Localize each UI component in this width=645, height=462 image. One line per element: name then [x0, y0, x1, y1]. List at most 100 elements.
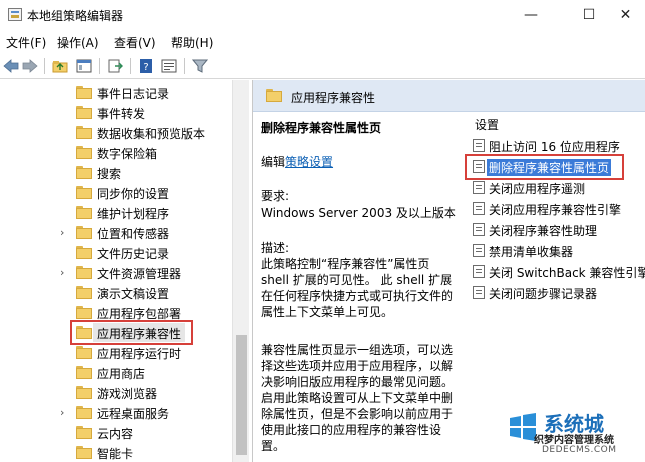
details-header-title: 应用程序兼容性 — [291, 91, 376, 105]
policy-setting-row[interactable]: 关闭问题步骤记录器 — [473, 283, 645, 302]
properties-button[interactable] — [160, 57, 178, 75]
tree-item[interactable]: 数据收集和预览版本 — [0, 123, 230, 143]
tree-item-label: 文件历史记录 — [97, 247, 170, 261]
close-icon: ✕ — [619, 7, 632, 23]
tree-scrollbar-thumb[interactable] — [236, 335, 247, 455]
menu-file[interactable]: 文件(F) — [6, 34, 46, 51]
policy-setting-label: 关闭应用程序遥测 — [489, 182, 586, 196]
expand-chevron-icon[interactable]: › — [60, 266, 64, 279]
tree-item-label: 事件转发 — [97, 107, 146, 121]
tree-item[interactable]: 演示文稿设置 — [0, 283, 230, 303]
tree-item-label: 游戏浏览器 — [97, 387, 158, 401]
tree-item-label: 搜索 — [97, 167, 122, 181]
export-list-button[interactable] — [106, 57, 124, 75]
menu-view[interactable]: 查看(V) — [114, 34, 156, 51]
tree-item[interactable]: 事件日志记录 — [0, 83, 230, 103]
policy-setting-row[interactable]: 关闭程序兼容性助理 — [473, 220, 645, 239]
title-bar: 本地组策略编辑器 — ☐ ✕ — [0, 0, 645, 30]
requirements-title: 要求: — [261, 189, 290, 203]
forward-button[interactable] — [21, 57, 39, 75]
tree-item[interactable]: 智能卡 — [0, 443, 230, 462]
tree-item[interactable]: 同步你的设置 — [0, 183, 230, 203]
folder-icon — [76, 206, 92, 219]
expand-chevron-icon[interactable]: › — [60, 226, 64, 239]
tree-item-label: 事件日志记录 — [97, 87, 170, 101]
tree-item-label: 维护计划程序 — [97, 207, 170, 221]
tree-item[interactable]: › 远程桌面服务 — [0, 403, 230, 423]
red-highlight-box — [70, 320, 193, 345]
policy-setting-label: 关闭问题步骤记录器 — [489, 287, 598, 301]
edit-prefix: 编辑 — [261, 155, 286, 169]
window-title: 本地组策略编辑器 — [27, 9, 124, 23]
folder-icon — [266, 89, 282, 102]
folder-icon — [76, 306, 92, 319]
edit-policy-line: 编辑策略设置 — [261, 154, 333, 170]
tree-item[interactable]: 云内容 — [0, 423, 230, 443]
folder-icon — [76, 426, 92, 439]
tree-item[interactable]: › 文件资源管理器 — [0, 263, 230, 283]
tree-item[interactable]: 游戏浏览器 — [0, 383, 230, 403]
policy-setting-row[interactable]: 关闭应用程序兼容性引擎 — [473, 199, 645, 218]
tree-item-label: 同步你的设置 — [97, 187, 170, 201]
group-policy-app-icon — [8, 8, 22, 21]
tree-item[interactable]: 维护计划程序 — [0, 203, 230, 223]
filter-button[interactable] — [191, 57, 209, 75]
show-hide-tree-button[interactable] — [75, 57, 93, 75]
requirements-value: Windows Server 2003 及以上版本 — [261, 206, 456, 220]
tree-scrollbar[interactable] — [232, 80, 249, 462]
policy-setting-row[interactable]: 阻止访问 16 位应用程序 — [473, 136, 645, 155]
tree-item[interactable]: 搜索 — [0, 163, 230, 183]
menu-help[interactable]: 帮助(H) — [171, 34, 213, 51]
folder-icon — [76, 86, 92, 99]
properties-icon — [161, 59, 177, 73]
policy-setting-label: 关闭 SwitchBack 兼容性引擎 — [489, 266, 645, 280]
forward-arrow-icon — [22, 59, 38, 73]
back-button[interactable] — [2, 57, 20, 75]
policy-setting-row[interactable]: 禁用清单收集器 — [473, 241, 645, 260]
tree-item-label: 数据收集和预览版本 — [97, 127, 206, 141]
expand-chevron-icon[interactable]: › — [60, 406, 64, 419]
description-paragraph-1: 此策略控制“程序兼容性”属性页 shell 扩展的可见性。 此 shell 扩展… — [261, 257, 454, 319]
settings-column-header[interactable]: 设置 — [475, 116, 499, 133]
tree-item-label: 数字保险箱 — [97, 147, 158, 161]
help-button[interactable]: ? — [137, 57, 155, 75]
tree-item[interactable]: 应用程序运行时 — [0, 343, 230, 363]
folder-icon — [76, 406, 92, 419]
folder-icon — [76, 106, 92, 119]
folder-icon — [76, 386, 92, 399]
folder-icon — [76, 186, 92, 199]
policy-setting-label: 关闭程序兼容性助理 — [489, 224, 598, 238]
close-button[interactable]: ✕ — [606, 0, 645, 30]
console-tree-icon — [76, 59, 92, 73]
toolbar: ? — [0, 53, 645, 79]
folder-icon — [76, 226, 92, 239]
folder-icon — [76, 446, 92, 459]
minimize-button[interactable]: — — [508, 0, 554, 30]
policy-setting-row[interactable]: 关闭应用程序遥测 — [473, 178, 645, 197]
menu-action[interactable]: 操作(A) — [57, 34, 99, 51]
tree-item[interactable]: 文件历史记录 — [0, 243, 230, 263]
folder-icon — [76, 166, 92, 179]
folder-icon — [76, 366, 92, 379]
tree-item-label: 文件资源管理器 — [97, 267, 182, 281]
tree-item[interactable]: 事件转发 — [0, 103, 230, 123]
tree-item[interactable]: 数字保险箱 — [0, 143, 230, 163]
tree-item-label: 远程桌面服务 — [97, 407, 170, 421]
help-icon: ? — [140, 59, 152, 73]
svg-text:?: ? — [143, 62, 148, 73]
watermark: 系统城 织梦内容管理系统 DEDECMS.COM — [506, 404, 645, 462]
tree-item[interactable]: 应用商店 — [0, 363, 230, 383]
red-highlight-box — [465, 154, 624, 180]
policy-setting-icon — [473, 286, 485, 299]
policy-setting-icon — [473, 181, 485, 194]
edit-policy-link[interactable]: 策略设置 — [285, 155, 333, 169]
tree-item-label: 应用程序运行时 — [97, 347, 182, 361]
folder-icon — [76, 346, 92, 359]
tree-item[interactable]: › 位置和传感器 — [0, 223, 230, 243]
tree-item-label: 演示文稿设置 — [97, 287, 170, 301]
policy-setting-label: 关闭应用程序兼容性引擎 — [489, 203, 622, 217]
policy-setting-row[interactable]: 关闭 SwitchBack 兼容性引擎 — [473, 262, 645, 281]
up-folder-button[interactable] — [51, 57, 69, 75]
details-header: 应用程序兼容性 — [253, 80, 645, 112]
back-arrow-icon — [3, 59, 19, 73]
